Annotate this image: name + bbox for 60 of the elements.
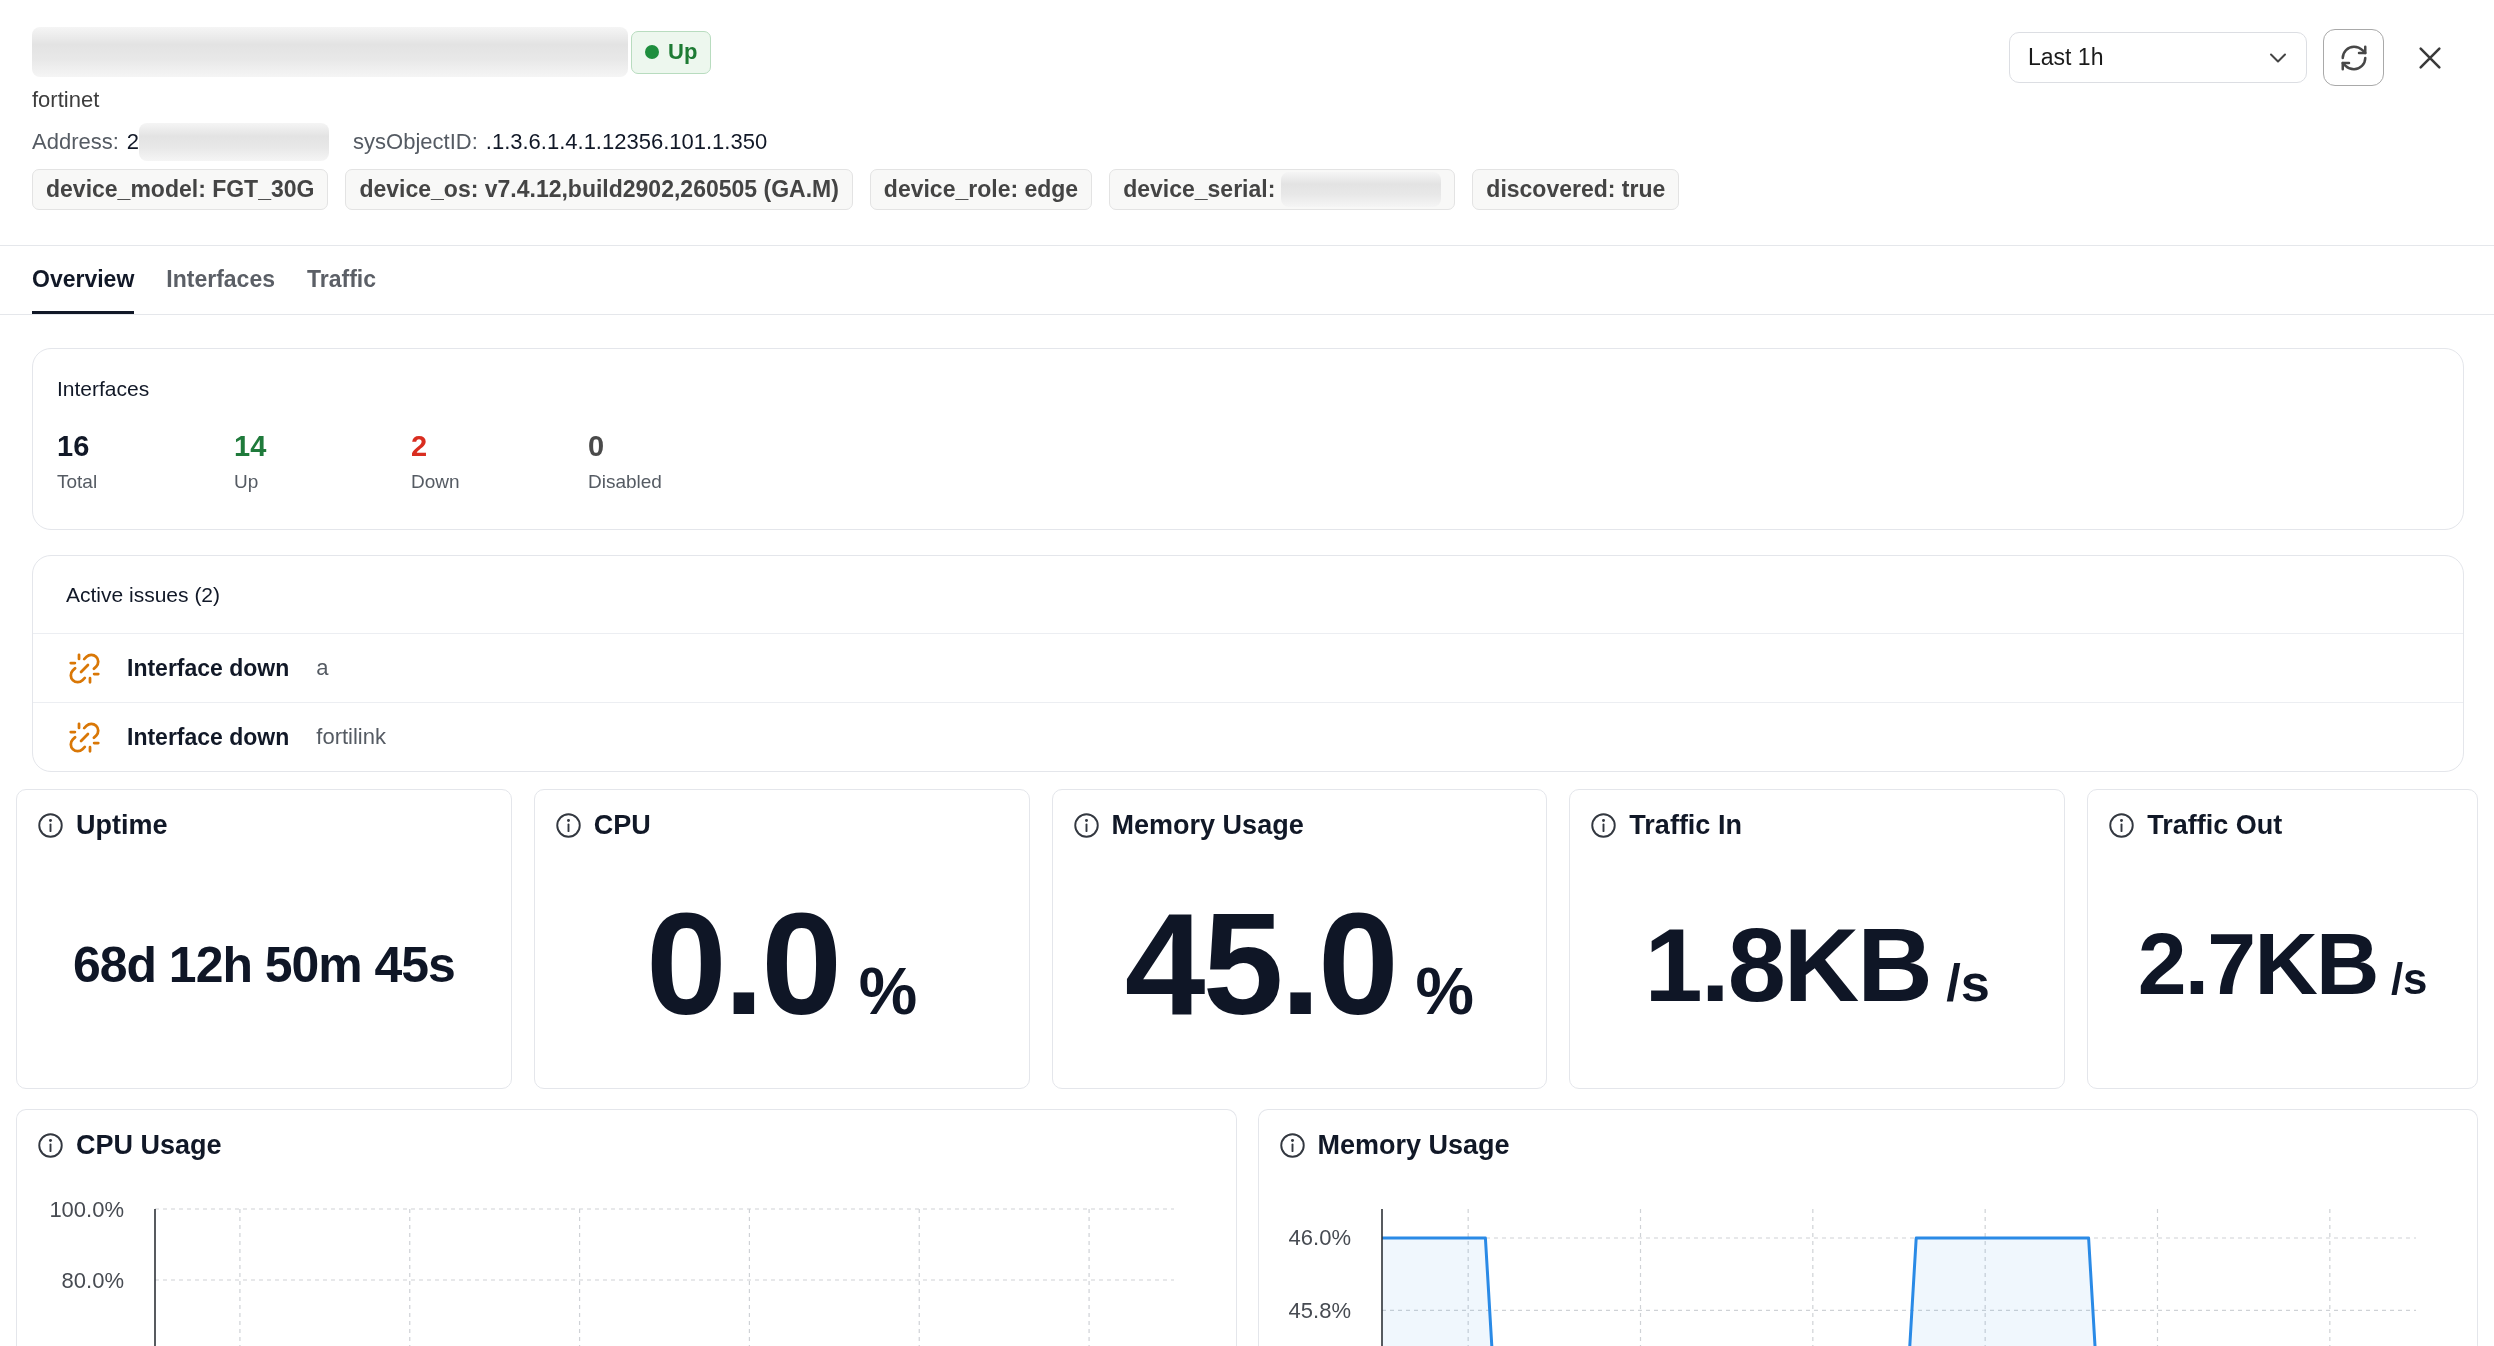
metric-value: 2.7KB [2137,914,2378,1015]
info-icon [2108,811,2136,839]
y-axis-label: 45.8% [1288,1297,1351,1323]
chart-title: CPU Usage [76,1129,222,1161]
stat-label: Disabled [588,470,663,494]
y-axis-label: 100.0% [49,1196,124,1222]
issue-detail: a [316,655,329,681]
stat-label: Total [57,470,99,494]
broken-link-icon [68,651,101,685]
status-label: Up [668,39,698,65]
tag-text: device_os: v7.4.12,build2902,260505 (GA.M) [359,176,839,203]
info-icon [1590,811,1618,839]
y-axis-label: 46.0% [1288,1225,1351,1251]
time-range-select[interactable]: Last 1h [2009,32,2307,83]
stat-value: 16 [57,429,91,464]
metric-unit: % [1415,953,1475,1029]
tag-text: device_model: FGT_30G [46,176,315,203]
y-axis-label: 80.0% [61,1267,124,1293]
sysobjectid-label: sysObjectID: [353,129,478,155]
metric-value: 0.0 [646,882,840,1047]
stat-label: Down [411,470,461,494]
card-title: Active issues (2) [66,582,221,607]
metric-value: 1.8KB [1644,904,1931,1025]
info-icon [554,811,582,839]
metric-unit: % [858,953,918,1029]
issue-title: Interface down [127,723,290,751]
info-icon [1072,811,1100,839]
stat-label: Up [234,470,260,494]
metric-value: 45.0 [1124,882,1396,1047]
stat-value: 2 [411,429,429,464]
info-icon [37,811,64,839]
tab[interactable]: Overview [32,248,135,314]
refresh-button[interactable] [2323,29,2384,86]
issue-title: Interface down [127,654,290,682]
tab[interactable]: Interfaces [166,248,275,314]
tag-text: discovered: true [1486,176,1666,203]
broken-link-icon [68,720,101,754]
metric-value: 68d 12h 50m 45s [73,935,455,994]
address-label: Address: [32,129,119,155]
vendor-name: fortinet [32,86,100,114]
metric-unit: /s [1946,952,1990,1013]
stat-value: 14 [234,429,268,464]
info-icon [1278,1131,1306,1159]
address-value: 2 [126,129,140,155]
status-dot-icon [645,45,659,59]
metric-title: CPU [593,809,651,841]
sysobjectid-value: .1.3.6.1.4.1.12356.101.1.350 [485,129,768,155]
issue-detail: fortilink [316,724,386,750]
metric-title: Memory Usage [1111,809,1304,841]
card-title: Interfaces [57,376,151,402]
metric-unit: /s [2390,954,2428,1004]
metric-title: Traffic In [1629,809,1742,841]
tag-text: device_role: edge [883,176,1079,203]
stat-value: 0 [588,429,606,464]
tag-text: device_serial: [1123,176,1276,203]
metric-title: Uptime [76,809,168,841]
info-icon [37,1131,64,1159]
tab[interactable]: Traffic [306,248,376,314]
chart-title: Memory Usage [1317,1129,1510,1161]
metric-title: Traffic Out [2147,809,2283,841]
